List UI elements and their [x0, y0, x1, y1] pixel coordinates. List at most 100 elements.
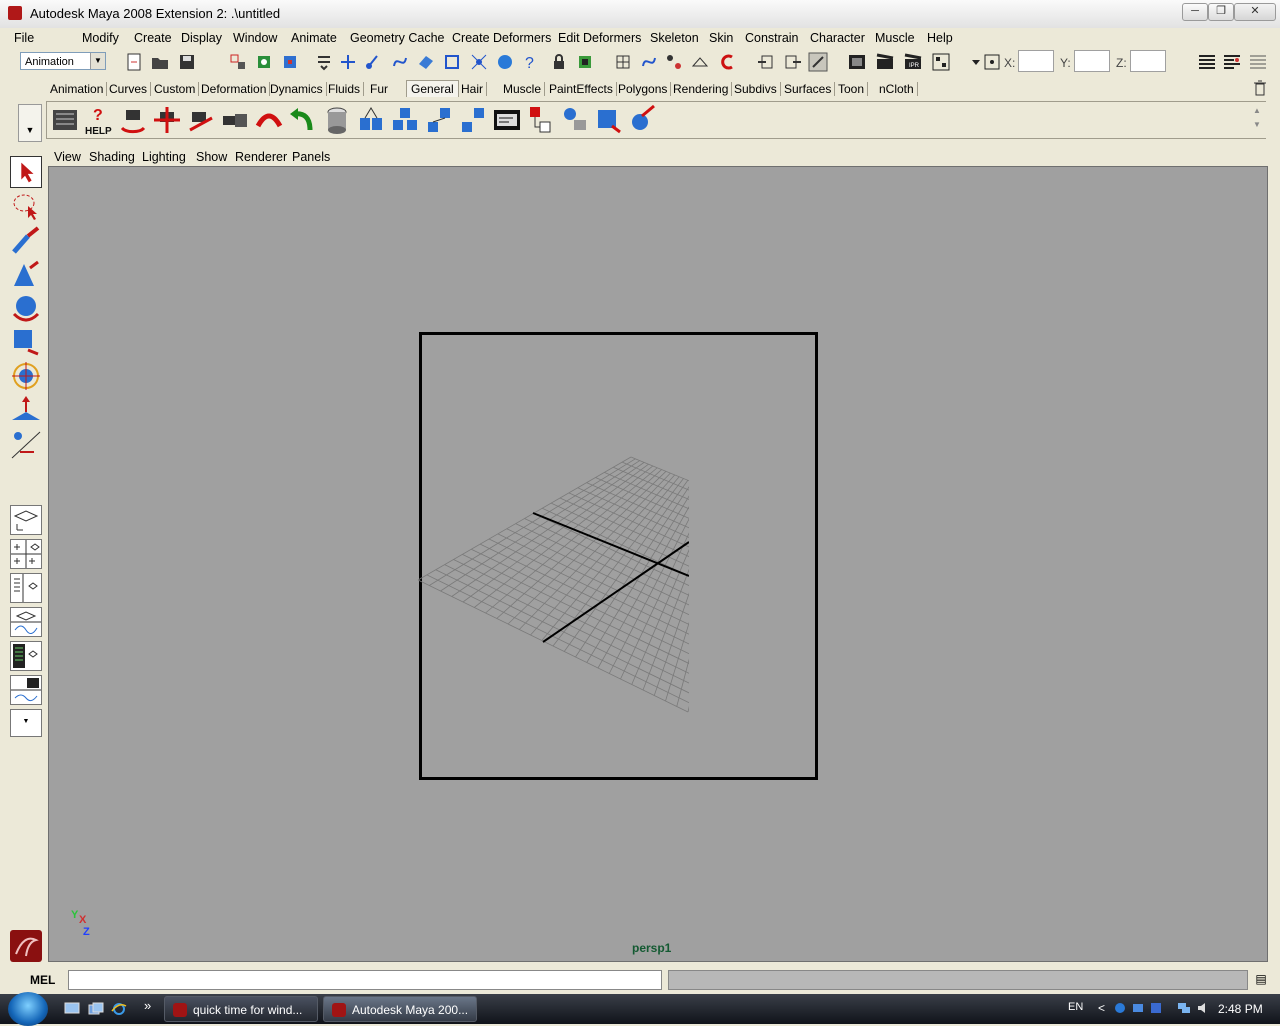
cylinder-icon[interactable] — [322, 104, 352, 136]
parent-objects-icon[interactable] — [424, 104, 454, 136]
tray-app-icon[interactable] — [1113, 1001, 1127, 1015]
shelf-tab-fluids[interactable]: Fluids — [325, 82, 365, 96]
show-desktop-icon[interactable] — [64, 1002, 80, 1016]
hypershade-icon[interactable] — [628, 104, 658, 136]
select-component-icon[interactable] — [280, 52, 300, 72]
snap-to-grid-icon[interactable] — [613, 52, 633, 72]
shelf-tab-fur[interactable]: Fur — [367, 82, 391, 96]
shelf-tab-surfaces[interactable]: Surfaces — [781, 82, 836, 96]
snap-to-curve-icon[interactable] — [639, 52, 659, 72]
menu-edit-deformers[interactable]: Edit Deformers — [558, 31, 641, 45]
menu-create[interactable]: Create — [134, 31, 172, 45]
lock-selection-icon[interactable] — [549, 52, 569, 72]
volume-icon[interactable] — [1196, 1001, 1210, 1015]
output-connections-icon[interactable] — [783, 52, 803, 72]
menu-skin[interactable]: Skin — [709, 31, 733, 45]
outliner-icon[interactable] — [560, 104, 590, 136]
scale-tool-icon[interactable] — [10, 326, 42, 358]
new-scene-icon[interactable] — [124, 52, 144, 72]
shelf-tab-general[interactable]: General — [406, 80, 459, 97]
script-editor-button[interactable]: ▤ — [1253, 972, 1269, 988]
layout-more-button[interactable]: ▼ — [10, 709, 42, 737]
start-button[interactable] — [8, 992, 48, 1026]
group-objects-icon[interactable] — [356, 104, 386, 136]
internet-explorer-icon[interactable] — [111, 1002, 127, 1016]
shelf-tab-animation[interactable]: Animation — [47, 82, 108, 96]
absolute-transform-icon[interactable] — [982, 52, 1002, 72]
menu-create-deformers[interactable]: Create Deformers — [452, 31, 551, 45]
show-manipulator-icon[interactable] — [10, 428, 42, 460]
layout-four-pane-button[interactable] — [10, 539, 42, 569]
attribute-editor-icon[interactable] — [594, 104, 624, 136]
panel-menu-view[interactable]: View — [54, 150, 81, 164]
menu-constrain[interactable]: Constrain — [745, 31, 799, 45]
shelf-tab-custom[interactable]: Custom — [151, 82, 200, 96]
panel-menu-lighting[interactable]: Lighting — [142, 150, 186, 164]
maya-app-icon[interactable] — [8, 6, 22, 20]
channel-box-toggle-icon[interactable] — [1248, 52, 1268, 72]
layout-outliner-persp-button[interactable] — [10, 573, 42, 603]
input-connections-icon[interactable] — [756, 52, 776, 72]
select-curves-icon[interactable] — [390, 52, 410, 72]
shelf-tab-deformation[interactable]: Deformation — [198, 82, 271, 96]
hypergraph-icon[interactable] — [526, 104, 556, 136]
snap-to-point-icon[interactable] — [664, 52, 684, 72]
network-icon[interactable] — [1177, 1001, 1191, 1015]
soft-modification-icon[interactable] — [10, 394, 42, 426]
script-editor-icon[interactable] — [492, 104, 522, 136]
quick-launch-more[interactable]: » — [144, 998, 151, 1013]
layout-persp-hypergraph-button[interactable] — [10, 675, 42, 705]
shelf-menu-button[interactable]: ▼ — [18, 104, 42, 142]
menu-skeleton[interactable]: Skeleton — [650, 31, 699, 45]
menu-character[interactable]: Character — [810, 31, 865, 45]
tray-security-icon[interactable] — [1149, 1001, 1163, 1015]
select-rendering-icon[interactable] — [495, 52, 515, 72]
camera-rotate-icon[interactable] — [118, 104, 148, 136]
universal-manipulator-icon[interactable] — [10, 360, 42, 392]
select-joints-icon[interactable] — [363, 52, 383, 72]
shelf-editor-icon[interactable] — [50, 104, 80, 136]
move-tool-icon[interactable] — [10, 258, 42, 290]
layout-single-pane-button[interactable] — [10, 505, 42, 535]
switch-windows-icon[interactable] — [88, 1002, 104, 1016]
lasso-tool-icon[interactable] — [10, 190, 42, 222]
maximize-button[interactable]: ❐ — [1208, 3, 1234, 21]
menu-geometry-cache[interactable]: Geometry Cache — [350, 31, 444, 45]
open-scene-icon[interactable] — [150, 52, 170, 72]
menu-set-dropdown[interactable]: Animation ▼ — [20, 52, 106, 70]
ipr-render-icon[interactable]: IPR — [903, 52, 923, 72]
panel-menu-shading[interactable]: Shading — [89, 150, 135, 164]
select-misc-icon[interactable]: ? — [520, 52, 540, 72]
select-hierarchy-icon[interactable] — [228, 52, 248, 72]
render-globals-icon[interactable] — [931, 52, 951, 72]
save-scene-icon[interactable] — [177, 52, 197, 72]
shelf-scroll[interactable]: ▲ ▼ — [1250, 104, 1264, 136]
ungroup-objects-icon[interactable] — [390, 104, 420, 136]
shelf-tab-dynamics[interactable]: Dynamics — [267, 82, 327, 96]
paint-select-tool-icon[interactable] — [10, 224, 42, 256]
rotate-tool-icon[interactable] — [10, 292, 42, 324]
z-coord-field[interactable] — [1130, 50, 1166, 72]
y-coord-field[interactable] — [1074, 50, 1110, 72]
selection-mask-icon[interactable] — [314, 52, 334, 72]
panel-menu-renderer[interactable]: Renderer — [235, 150, 287, 164]
select-handles-icon[interactable] — [338, 52, 358, 72]
menu-muscle[interactable]: Muscle — [875, 31, 915, 45]
shelf-tab-rendering[interactable]: Rendering — [670, 82, 733, 96]
menu-help[interactable]: Help — [927, 31, 953, 45]
render-current-frame-icon[interactable] — [875, 52, 895, 72]
taskbar-item-quicktime[interactable]: quick time for wind... — [164, 996, 318, 1022]
select-surfaces-icon[interactable] — [416, 52, 436, 72]
shelf-tab-curves[interactable]: Curves — [106, 82, 152, 96]
highlight-selection-icon[interactable] — [575, 52, 595, 72]
camera-track-icon[interactable] — [152, 104, 182, 136]
clock[interactable]: 2:48 PM — [1218, 1002, 1263, 1016]
select-dynamics-icon[interactable] — [469, 52, 489, 72]
minimize-button[interactable]: ─ — [1182, 3, 1208, 21]
unparent-objects-icon[interactable] — [458, 104, 488, 136]
select-deformations-icon[interactable] — [442, 52, 462, 72]
menu-file[interactable]: File — [14, 31, 34, 45]
layout-persp-graph-button[interactable] — [10, 607, 42, 637]
menu-animate[interactable]: Animate — [291, 31, 337, 45]
select-tool-icon[interactable] — [10, 156, 42, 188]
